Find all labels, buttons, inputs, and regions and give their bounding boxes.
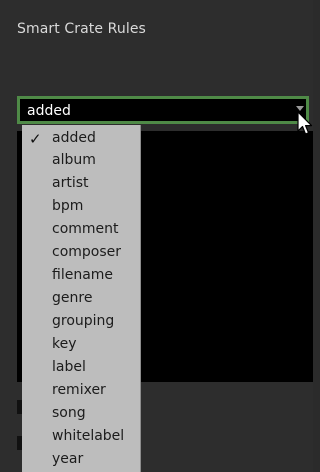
dropdown-item-label: bpm <box>52 198 84 214</box>
dropdown-item[interactable]: label <box>22 357 140 380</box>
dropdown-item-selected[interactable]: added <box>22 128 140 151</box>
dropdown-item[interactable]: bpm <box>22 196 140 219</box>
dropdown-item-label: song <box>52 405 86 421</box>
dropdown-item[interactable]: album <box>22 150 140 173</box>
mouse-pointer-icon <box>297 111 313 135</box>
dropdown-item-label: remixer <box>52 382 106 398</box>
dropdown-item[interactable]: filename <box>22 265 140 288</box>
rule-field-select[interactable]: added <box>17 96 309 124</box>
dropdown-item[interactable]: composer <box>22 242 140 265</box>
dropdown-item-label: year <box>52 451 84 467</box>
dropdown-item[interactable]: artist <box>22 173 140 196</box>
dropdown-item-label: key <box>52 336 77 352</box>
dropdown-item[interactable]: grouping <box>22 311 140 334</box>
panel-title: Smart Crate Rules <box>17 21 146 37</box>
dropdown-item-label: album <box>52 152 96 168</box>
dropdown-item-label: whitelabel <box>52 428 125 444</box>
smart-crate-rules-panel: Smart Crate Rules added ✓ added album ar… <box>0 0 313 472</box>
dropdown-item-label: artist <box>52 175 89 191</box>
rule-field-value: added <box>27 103 71 119</box>
rule-field-dropdown[interactable]: ✓ added album artist bpm comment compose… <box>22 125 141 472</box>
dropdown-item[interactable]: remixer <box>22 380 140 403</box>
dropdown-item[interactable]: key <box>22 334 140 357</box>
dropdown-item[interactable]: year <box>22 449 140 472</box>
dropdown-item[interactable]: song <box>22 403 140 426</box>
dropdown-item[interactable]: whitelabel <box>22 426 140 449</box>
dropdown-item[interactable]: comment <box>22 219 140 242</box>
dropdown-item-label: grouping <box>52 313 115 329</box>
dropdown-item-label: composer <box>52 244 122 260</box>
dropdown-item-label: added <box>52 130 96 146</box>
dropdown-item-label: genre <box>52 290 93 306</box>
dropdown-item[interactable]: genre <box>22 288 140 311</box>
dropdown-item-label: label <box>52 359 86 375</box>
dropdown-item-label: filename <box>52 267 114 283</box>
dropdown-item-label: comment <box>52 221 119 237</box>
